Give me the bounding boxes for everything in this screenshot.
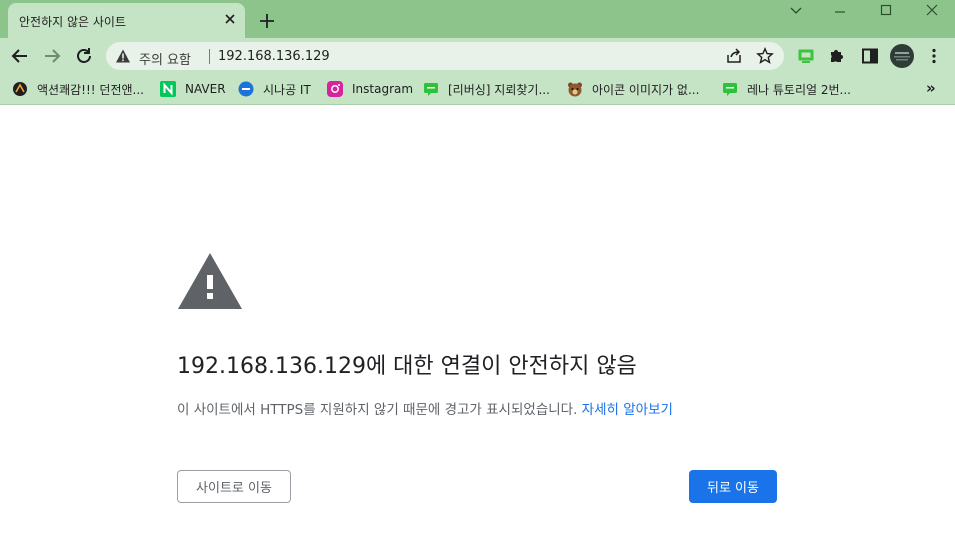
bookmark-item[interactable]: [리버싱] 지뢰찾기...: [423, 80, 550, 98]
reload-icon[interactable]: [73, 45, 95, 67]
naver-icon: [160, 81, 176, 97]
bookmark-label: [리버싱] 지뢰찾기...: [448, 82, 550, 97]
title-bar: 안전하지 않은 사이트: [0, 0, 955, 38]
tab-search-icon[interactable]: [786, 2, 806, 20]
instagram-icon: [327, 81, 343, 97]
bookmark-label: NAVER: [185, 82, 226, 96]
explanation-text: 이 사이트에서 HTTPS를 지원하지 않기 때문에 경고가 표시되었습니다.: [177, 402, 578, 418]
security-status-label[interactable]: 주의 요함: [139, 49, 191, 68]
omnibox-divider: [209, 49, 210, 64]
bookmark-item[interactable]: Instagram: [327, 80, 413, 98]
new-tab-icon[interactable]: [257, 11, 277, 31]
go-back-button[interactable]: 뒤로 이동: [689, 470, 777, 503]
proceed-to-site-button[interactable]: 사이트로 이동: [177, 470, 291, 503]
extension-monitor-icon[interactable]: [797, 48, 815, 64]
explanation-paragraph: 이 사이트에서 HTTPS를 지원하지 않기 때문에 경고가 표시되었습니다. …: [177, 398, 673, 418]
share-icon[interactable]: [725, 47, 743, 65]
profile-avatar[interactable]: [890, 44, 914, 68]
forward-arrow-icon[interactable]: [41, 45, 63, 67]
maximize-icon[interactable]: [876, 2, 896, 20]
more-menu-icon[interactable]: [925, 47, 943, 65]
tab-title: 안전하지 않은 사이트: [19, 15, 126, 29]
bookmark-label: 액션쾌감!!! 던전앤...: [37, 82, 144, 97]
sinagong-icon: [238, 81, 254, 97]
chat-icon: [722, 81, 738, 97]
bookmark-label: 아이콘 이미지가 없...: [592, 82, 700, 97]
bookmark-label: 레나 튜토리얼 2번...: [747, 82, 851, 97]
chat-icon: [423, 81, 439, 97]
warning-icon[interactable]: [115, 48, 131, 64]
bookmark-item[interactable]: 레나 튜토리얼 2번...: [722, 80, 851, 98]
bookmark-label: Instagram: [352, 82, 414, 96]
bookmark-item[interactable]: NAVER: [160, 80, 226, 98]
dungeon-icon: [12, 81, 28, 97]
bookmarks-bar: 액션쾌감!!! 던전앤... NAVER 시나공 IT Instagram [리…: [0, 74, 955, 105]
interstitial-page: [0, 105, 955, 535]
address-bar[interactable]: 주의 요함 192.168.136.129: [106, 42, 784, 70]
bookmark-item[interactable]: 시나공 IT: [238, 80, 311, 98]
side-panel-icon[interactable]: [861, 47, 879, 65]
close-window-icon[interactable]: [922, 2, 942, 20]
extensions-puzzle-icon[interactable]: [828, 47, 846, 65]
bookmark-label: 시나공 IT: [263, 82, 311, 97]
warning-triangle-icon: [178, 253, 242, 309]
bear-icon: [567, 81, 583, 97]
profile-avatar-image: [894, 52, 910, 61]
bookmark-item[interactable]: 액션쾌감!!! 던전앤...: [12, 80, 144, 98]
minimize-icon[interactable]: [830, 2, 850, 20]
back-arrow-icon[interactable]: [9, 45, 31, 67]
close-tab-icon[interactable]: [222, 11, 238, 27]
url-text[interactable]: 192.168.136.129: [218, 49, 330, 64]
bookmark-star-icon[interactable]: [756, 47, 774, 65]
learn-more-link[interactable]: 자세히 알아보기: [582, 402, 673, 418]
bookmark-item[interactable]: 아이콘 이미지가 없...: [567, 80, 699, 98]
page-title: 192.168.136.129에 대한 연결이 안전하지 않음: [177, 354, 637, 379]
browser-tab[interactable]: 안전하지 않은 사이트: [8, 3, 245, 38]
bookmarks-overflow-button[interactable]: »: [926, 79, 936, 97]
browser-toolbar: 주의 요함 192.168.136.129: [0, 38, 955, 74]
